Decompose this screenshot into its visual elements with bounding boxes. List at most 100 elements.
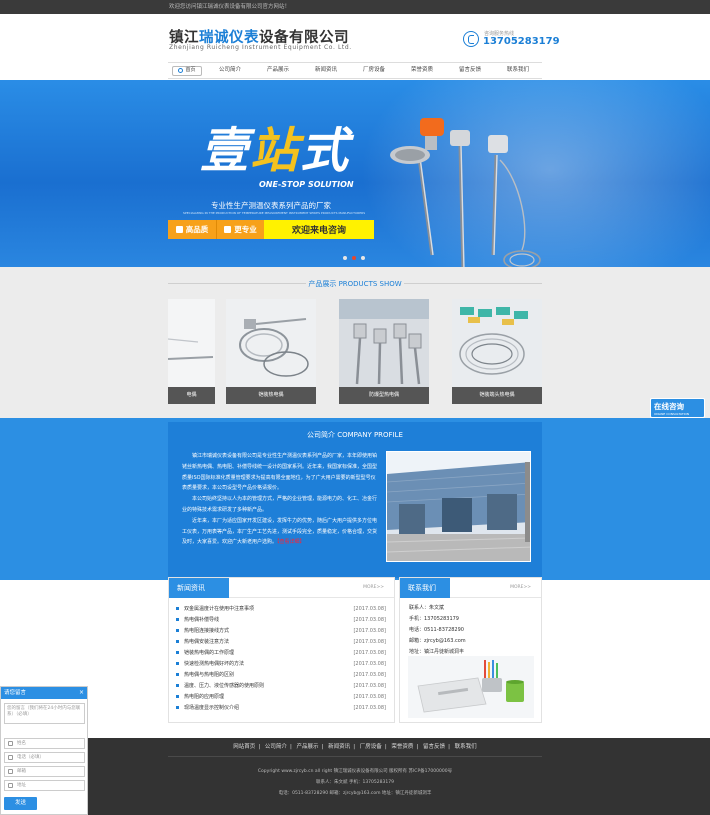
footer-link-home[interactable]: 网站首页 [233, 744, 255, 750]
product-card[interactable]: 电偶 [168, 299, 215, 404]
company-paragraph: 镇江市瑞诚仪表设备有限公司是专业性生产测温仪表系列产品的厂家，本年即使用铂铑丝新… [182, 453, 378, 492]
company-more-link[interactable]: 【查看详细】 [277, 539, 305, 545]
send-button[interactable]: 发送 [4, 797, 37, 810]
nav-item-news[interactable]: 新闻资讯 [302, 63, 350, 78]
product-photo [168, 299, 215, 387]
contact-email[interactable]: 邮箱：zjrcyb@163.com [409, 637, 466, 644]
banner-headline: 壹站式 [200, 111, 350, 181]
phone-field[interactable]: 电话（必填） [4, 752, 85, 763]
address-field[interactable]: 地址 [4, 780, 85, 791]
nav-item-feedback[interactable]: 留言反馈 [446, 63, 494, 78]
news-title: 热电偶与热电阻的区别 [184, 672, 235, 678]
footer-link-feedback[interactable]: 留言反馈 [423, 744, 445, 750]
news-title: 热电阻连接接线方式 [184, 628, 230, 634]
nav-item-plant[interactable]: 厂房设备 [350, 63, 398, 78]
phone-icon [8, 755, 13, 760]
footer-link-about[interactable]: 公司简介 [265, 744, 287, 750]
news-item[interactable]: 热电偶与热电阻的区别 [2017.03.08] [176, 670, 386, 680]
welcome-text: 欢迎您访问镇江瑞诚仪表设备有限公司官方网站！ [169, 4, 291, 10]
main-nav: 首页 公司简介 产品展示 新闻资讯 厂房设备 荣誉资质 留言反馈 联系我们 [168, 62, 542, 79]
news-item[interactable]: 热电偶补偿导线 [2017.03.08] [176, 615, 386, 625]
nav-home-label: 首页 [185, 67, 196, 73]
contact-address: 地址：镇江丹徒新城洞丰 [409, 649, 465, 655]
footer-link-contact[interactable]: 联系我们 [455, 744, 477, 750]
thumb-icon [224, 226, 232, 233]
product-caption: 防爆型热电偶 [339, 387, 429, 404]
banner-english: ONE-STOP SOLUTION [259, 180, 354, 189]
phone-icon [463, 31, 479, 47]
company-paragraph: 本公司始终坚持以人为本的管理方式，严格的企业管理，能源电力的、化工、冶金行业的特… [182, 496, 378, 513]
nav-item-honors[interactable]: 荣誉资质 [398, 63, 446, 78]
mail-icon [8, 769, 13, 774]
office-photo [408, 656, 534, 718]
consult-button[interactable]: 欢迎来电咨询 [264, 220, 374, 239]
news-item[interactable]: 热电阻的应用原理 [2017.03.08] [176, 692, 386, 702]
footer-link-products[interactable]: 产品展示 [297, 744, 319, 750]
nav-item-about[interactable]: 公司简介 [206, 63, 254, 78]
news-title: 双金属温度计在使用中注意事项 [184, 606, 255, 612]
news-date: [2017.03.08] [353, 650, 386, 656]
news-header: 新闻资讯 MORE>> [169, 578, 394, 598]
contact-header: 联系我们 MORE>> [400, 578, 541, 598]
online-consult-button[interactable]: 在线咨询 ONLINE CONSULTATION [650, 398, 705, 418]
product-card[interactable]: 铠装热电偶 [226, 299, 316, 404]
pro-badge: 更专业 [216, 220, 264, 239]
close-icon[interactable]: × [79, 687, 84, 699]
news-date: [2017.03.08] [353, 617, 386, 623]
news-date: [2017.03.08] [353, 705, 386, 711]
banner-char: 式 [300, 123, 351, 179]
news-title: 热电偶安装注意方法 [184, 639, 230, 645]
news-item[interactable]: 温度、压力、液位传感器的使用原则 [2017.03.08] [176, 681, 386, 691]
news-item[interactable]: 热电偶安装注意方法 [2017.03.08] [176, 637, 386, 647]
news-item[interactable]: 现场温度显示控制仪介绍 [2017.03.08] [176, 703, 386, 713]
news-item[interactable]: 铠装热电偶的工作原理 [2017.03.08] [176, 648, 386, 658]
news-date: [2017.03.08] [353, 683, 386, 689]
address-placeholder: 地址 [17, 783, 26, 788]
news-date: [2017.03.08] [353, 606, 386, 612]
carousel-dot[interactable] [361, 256, 365, 260]
news-date: [2017.03.08] [353, 628, 386, 634]
news-date: [2017.03.08] [353, 661, 386, 667]
news-title: 热电偶补偿导线 [184, 617, 220, 623]
home-button[interactable]: 首页 [172, 65, 202, 76]
footer-link-honors[interactable]: 荣誉资质 [391, 744, 413, 750]
top-bar: 欢迎您访问镇江瑞诚仪表设备有限公司官方网站！ [0, 0, 710, 14]
message-textarea[interactable]: 您的留言（我们将在24小时内与您联系）（必填） [4, 703, 85, 724]
news-date: [2017.03.08] [353, 672, 386, 678]
product-caption: 电偶 [168, 387, 215, 404]
name-field[interactable]: 姓名 [4, 738, 85, 749]
email-placeholder: 邮箱 [17, 769, 26, 774]
contact-more-link[interactable]: MORE>> [510, 585, 531, 590]
footer-divider [168, 756, 542, 757]
product-caption: 铠装热电偶 [226, 387, 316, 404]
product-card[interactable]: 铠装端头热电偶 [452, 299, 542, 404]
news-date: [2017.03.08] [353, 694, 386, 700]
news-item[interactable]: 双金属温度计在使用中注意事项 [2017.03.08] [176, 604, 386, 614]
banner-char: 站 [250, 123, 301, 179]
footer-link-news[interactable]: 新闻资讯 [328, 744, 350, 750]
news-item[interactable]: 热电阻连接接线方式 [2017.03.08] [176, 626, 386, 636]
news-more-link[interactable]: MORE>> [363, 585, 384, 590]
online-consult-label: 在线咨询 [654, 402, 684, 411]
nav-item-contact[interactable]: 联系我们 [494, 63, 542, 78]
nav-home[interactable]: 首页 [168, 63, 206, 78]
banner-subtitle-en: SPECIALIZING IN THE PRODUCTION OF TEMPER… [183, 211, 366, 215]
news-item[interactable]: 快速检测热电偶好坏的方法 [2017.03.08] [176, 659, 386, 669]
contact-tel: 电话：0511-83728290 [409, 627, 464, 633]
news-tab[interactable]: 新闻资讯 [169, 578, 229, 598]
news-title: 温度、压力、液位传感器的使用原则 [184, 683, 265, 689]
product-photo [339, 299, 429, 387]
user-icon [8, 741, 13, 746]
product-card[interactable]: 防爆型热电偶 [339, 299, 429, 404]
nav-item-products[interactable]: 产品展示 [254, 63, 302, 78]
footer-link-plant[interactable]: 厂房设备 [360, 744, 382, 750]
contact-tab[interactable]: 联系我们 [400, 578, 450, 598]
footer-contact: 联系人：朱文斌 手机：13705283179 [316, 780, 394, 785]
contact-person: 联系人：朱文斌 [409, 605, 445, 611]
news-title: 热电阻的应用原理 [184, 694, 225, 700]
logo-english: Zhenjiang Ruicheng Instrument Equipment … [169, 44, 352, 51]
email-field[interactable]: 邮箱 [4, 766, 85, 777]
pro-label: 更专业 [234, 225, 257, 234]
carousel-dot[interactable] [343, 256, 347, 260]
carousel-dot-active[interactable] [352, 256, 356, 260]
